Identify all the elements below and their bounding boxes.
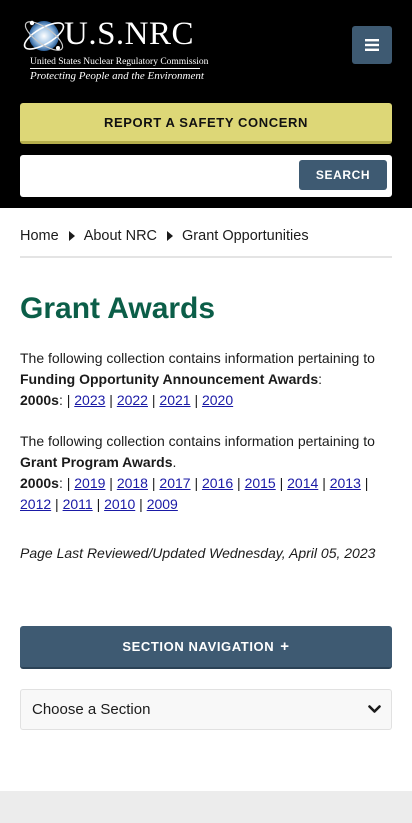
logo-subtitle: United States Nuclear Regulatory Commiss…	[30, 57, 209, 67]
year-link-2019[interactable]: 2019	[74, 475, 105, 491]
funding-awards-heading: Funding Opportunity Announcement Awards	[20, 371, 319, 387]
section-select[interactable]: Choose a Section	[20, 689, 392, 730]
year-link-2010[interactable]: 2010	[104, 496, 135, 512]
search-input[interactable]	[20, 155, 295, 197]
decade-suffix: : |	[58, 392, 71, 408]
punctuation: .	[172, 454, 177, 470]
section-select-value: Choose a Section	[32, 701, 151, 718]
atom-icon	[23, 20, 65, 51]
logo-title: U.S.NRC	[64, 16, 195, 52]
report-safety-concern-button[interactable]: REPORT A SAFETY CONCERN	[20, 103, 392, 144]
hamburger-icon	[365, 39, 379, 51]
site-header: U.S.NRC United States Nuclear Regulatory…	[0, 0, 412, 208]
decade-label: 2000s	[20, 475, 59, 491]
year-link-2014[interactable]: 2014	[287, 475, 318, 491]
year-link-2021[interactable]: 2021	[159, 392, 190, 408]
intro-text: The following collection contains inform…	[20, 433, 375, 449]
funding-awards-paragraph: The following collection contains inform…	[20, 350, 375, 408]
grant-program-awards-paragraph: The following collection contains inform…	[20, 433, 375, 512]
caret-right-icon	[167, 231, 174, 241]
search-box: SEARCH	[20, 155, 392, 197]
year-link-2016[interactable]: 2016	[202, 475, 233, 491]
year-link-2009[interactable]: 2009	[147, 496, 178, 512]
year-link-2020[interactable]: 2020	[202, 392, 233, 408]
year-link-2012[interactable]: 2012	[20, 496, 51, 512]
breadcrumb-divider	[20, 256, 392, 258]
breadcrumb-about-nrc[interactable]: About NRC	[84, 228, 157, 244]
breadcrumb-home[interactable]: Home	[20, 228, 59, 244]
decade-suffix: : |	[58, 475, 71, 491]
punctuation: :	[318, 371, 323, 387]
intro-text: The following collection contains inform…	[20, 350, 375, 366]
breadcrumb-grant-opportunities[interactable]: Grant Opportunities	[182, 228, 309, 244]
last-reviewed-text: Page Last Reviewed/Updated Wednesday, Ap…	[20, 545, 376, 561]
year-link-2015[interactable]: 2015	[245, 475, 276, 491]
year-link-2023[interactable]: 2023	[74, 392, 105, 408]
grant-program-awards-heading: Grant Program Awards	[20, 454, 173, 470]
year-link-2017[interactable]: 2017	[159, 475, 190, 491]
chevron-down-icon	[368, 705, 381, 713]
nrc-logo[interactable]: U.S.NRC United States Nuclear Regulatory…	[20, 12, 209, 84]
search-button[interactable]: SEARCH	[299, 160, 387, 190]
page-title: Grant Awards	[20, 292, 216, 325]
decade-label: 2000s	[20, 392, 59, 408]
section-navigation-button[interactable]: SECTION NAVIGATION +	[20, 626, 392, 669]
plus-icon: +	[280, 638, 290, 655]
logo-tagline: Protecting People and the Environment	[30, 70, 204, 82]
year-link-2011[interactable]: 2011	[63, 496, 93, 512]
breadcrumb: Home About NRC Grant Opportunities	[20, 224, 392, 248]
year-link-2013[interactable]: 2013	[330, 475, 361, 491]
year-link-2022[interactable]: 2022	[117, 392, 148, 408]
year-link-2018[interactable]: 2018	[117, 475, 148, 491]
caret-right-icon	[68, 231, 75, 241]
menu-button[interactable]	[352, 26, 392, 64]
footer	[0, 791, 412, 823]
section-navigation-label: SECTION NAVIGATION	[122, 639, 275, 654]
